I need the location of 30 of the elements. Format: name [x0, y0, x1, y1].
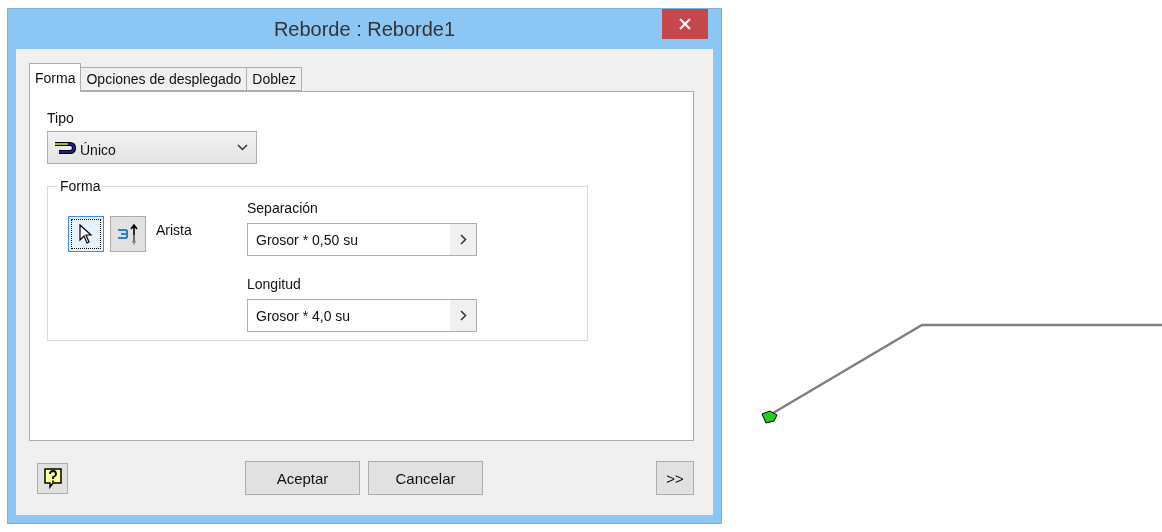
group-title: Forma [59, 178, 102, 194]
field-label: Tipo [47, 110, 75, 126]
window-title: Reborde : Reborde1 [273, 17, 456, 41]
chevron-right-icon [459, 234, 467, 245]
value-field[interactable]: Grosor * 0,50 su [247, 223, 477, 256]
help-icon [42, 467, 63, 489]
tab[interactable]: Opciones de desplegado [80, 67, 248, 91]
more-button[interactable]: >> [656, 461, 694, 495]
chevron-down-icon [237, 144, 248, 151]
flange-icon [54, 140, 76, 155]
close-button[interactable] [662, 9, 708, 39]
field-label: Separación [247, 200, 319, 216]
dialog-button[interactable]: Cancelar [368, 461, 483, 495]
type-dropdown[interactable]: Único [47, 131, 257, 164]
selection-tool-button[interactable] [68, 216, 104, 252]
expand-button[interactable] [450, 224, 476, 255]
chevron-right-icon [459, 310, 467, 321]
tab[interactable]: Forma [29, 63, 82, 92]
expand-button[interactable] [450, 300, 476, 331]
field-label: Longitud [247, 276, 302, 292]
tab[interactable]: Doblez [246, 67, 302, 91]
edge-direction-icon [116, 222, 140, 246]
value-field[interactable]: Grosor * 4,0 su [247, 299, 477, 332]
edge-label: Arista [156, 222, 192, 238]
dialog-button[interactable]: Aceptar [245, 461, 360, 495]
cursor-icon [78, 224, 94, 244]
selection-tool-button[interactable] [110, 216, 146, 252]
sketch-point-icon [761, 410, 778, 424]
close-icon [679, 18, 691, 30]
help-button[interactable] [37, 462, 68, 494]
